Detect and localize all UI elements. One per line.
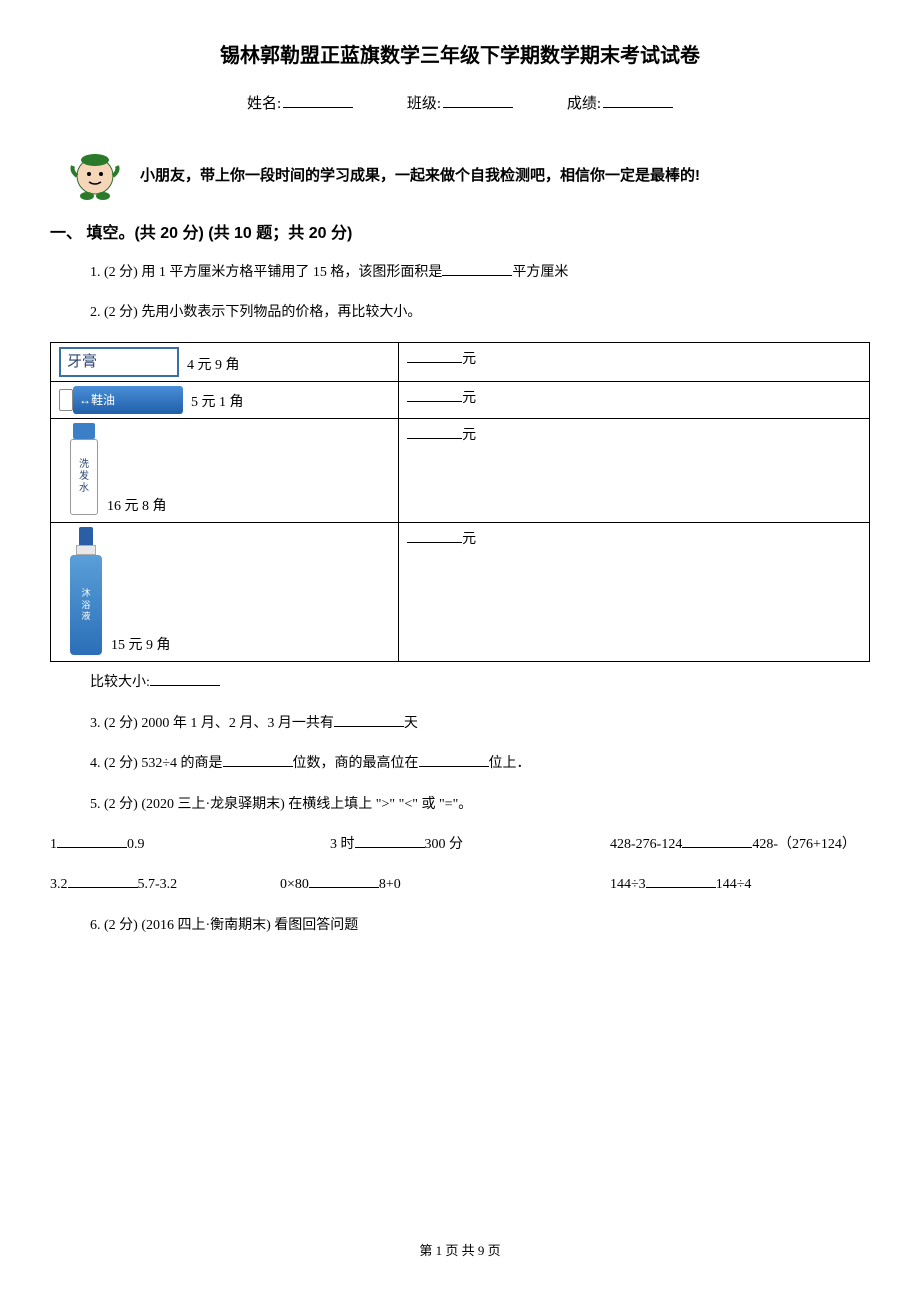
item-price: 4 元 9 角 bbox=[187, 355, 240, 377]
class-label: 班级: bbox=[407, 96, 441, 112]
student-info-line: 姓名: 班级: 成绩: bbox=[50, 92, 870, 116]
cmp-right: 0.9 bbox=[127, 834, 145, 856]
q4-suffix: 位上． bbox=[489, 756, 531, 771]
cmp-left: 3.2 bbox=[50, 874, 68, 896]
q3-suffix: 天 bbox=[404, 716, 418, 731]
cmp-left: 428-276-124 bbox=[610, 834, 682, 856]
compare-size: 比较大小: bbox=[90, 672, 870, 694]
name-label: 姓名: bbox=[247, 96, 281, 112]
price-blank[interactable] bbox=[407, 529, 462, 543]
cmp-blank[interactable] bbox=[309, 874, 379, 888]
q1-suffix: 平方厘米 bbox=[512, 265, 568, 280]
item-price: 5 元 1 角 bbox=[191, 392, 244, 414]
question-6: 6. (2 分) (2016 四上·衡南期末) 看图回答问题 bbox=[90, 915, 870, 937]
unit: 元 bbox=[462, 428, 476, 443]
mascot-icon bbox=[65, 146, 125, 206]
cmp-right: 300 分 bbox=[425, 834, 464, 856]
cmp-blank[interactable] bbox=[646, 874, 716, 888]
name-blank[interactable] bbox=[283, 107, 353, 108]
price-blank[interactable] bbox=[407, 425, 462, 439]
table-row: 洗发水 16 元 8 角 元 bbox=[51, 419, 870, 523]
encouragement-text: 小朋友，带上你一段时间的学习成果，一起来做个自我检测吧，相信你一定是最棒的! bbox=[140, 164, 700, 188]
cmp-left: 144÷3 bbox=[610, 874, 646, 896]
class-blank[interactable] bbox=[443, 107, 513, 108]
item-price: 16 元 8 角 bbox=[107, 496, 167, 518]
question-3: 3. (2 分) 2000 年 1 月、2 月、3 月一共有 天 bbox=[90, 713, 870, 735]
price-blank[interactable] bbox=[407, 349, 462, 363]
q4-mid: 位数，商的最高位在 bbox=[293, 756, 419, 771]
shampoo-icon: 洗发水 bbox=[69, 423, 99, 518]
q3-prefix: 3. (2 分) 2000 年 1 月、2 月、3 月一共有 bbox=[90, 716, 334, 731]
question-1: 1. (2 分) 用 1 平方厘米方格平铺用了 15 格，该图形面积是 平方厘米 bbox=[90, 262, 870, 284]
section-1-header: 一、 填空。(共 20 分) (共 10 题；共 20 分) bbox=[50, 221, 870, 247]
price-table: 牙膏 4 元 9 角 元 ↔鞋油 5 元 1 角 元 bbox=[50, 342, 870, 662]
q1-blank[interactable] bbox=[442, 262, 512, 276]
q3-blank[interactable] bbox=[334, 713, 404, 727]
bodywash-icon: 沐浴液 bbox=[69, 527, 103, 657]
unit: 元 bbox=[462, 532, 476, 547]
toothpaste-icon: 牙膏 bbox=[59, 347, 179, 377]
exam-title: 锡林郭勒盟正蓝旗数学三年级下学期数学期末考试试卷 bbox=[50, 40, 870, 72]
q4-blank-1[interactable] bbox=[223, 753, 293, 767]
cmp-right: 8+0 bbox=[379, 874, 401, 896]
cmp-blank[interactable] bbox=[57, 834, 127, 848]
cmp-left: 3 时 bbox=[330, 834, 355, 856]
q5-text: 5. (2 分) (2020 三上·龙泉驿期末) 在横线上填上 ">" "<" … bbox=[90, 797, 472, 812]
question-4: 4. (2 分) 532÷4 的商是 位数，商的最高位在 位上． bbox=[90, 753, 870, 775]
price-blank[interactable] bbox=[407, 388, 462, 402]
q4-prefix: 4. (2 分) 532÷4 的商是 bbox=[90, 756, 223, 771]
score-blank[interactable] bbox=[603, 107, 673, 108]
unit: 元 bbox=[462, 352, 476, 367]
question-5: 5. (2 分) (2020 三上·龙泉驿期末) 在横线上填上 ">" "<" … bbox=[90, 794, 870, 816]
encouragement-row: 小朋友，带上你一段时间的学习成果，一起来做个自我检测吧，相信你一定是最棒的! bbox=[50, 146, 870, 206]
q5-row-2: 3.2 5.7-3.2 0×80 8+0 144÷3 144÷4 bbox=[50, 874, 870, 896]
cmp-blank[interactable] bbox=[355, 834, 425, 848]
table-row: ↔鞋油 5 元 1 角 元 bbox=[51, 382, 870, 419]
cmp-left: 1 bbox=[50, 834, 57, 856]
q5-row-1: 1 0.9 3 时 300 分 428-276-124 428-（276+124） bbox=[50, 834, 870, 856]
cmp-blank[interactable] bbox=[68, 874, 138, 888]
question-2: 2. (2 分) 先用小数表示下列物品的价格，再比较大小。 bbox=[90, 302, 870, 324]
page-footer: 第 1 页 共 9 页 bbox=[0, 1241, 920, 1262]
score-label: 成绩: bbox=[567, 96, 601, 112]
cmp-right: 428-（276+124） bbox=[752, 834, 856, 856]
q4-blank-2[interactable] bbox=[419, 753, 489, 767]
table-row: 沐浴液 15 元 9 角 元 bbox=[51, 523, 870, 662]
cmp-right: 5.7-3.2 bbox=[138, 874, 178, 896]
cmp-right: 144÷4 bbox=[716, 874, 752, 896]
q2-text: 2. (2 分) 先用小数表示下列物品的价格，再比较大小。 bbox=[90, 305, 421, 320]
q1-prefix: 1. (2 分) 用 1 平方厘米方格平铺用了 15 格，该图形面积是 bbox=[90, 265, 442, 280]
compare-blank[interactable] bbox=[150, 672, 220, 686]
cmp-left: 0×80 bbox=[280, 874, 309, 896]
unit: 元 bbox=[462, 391, 476, 406]
item-price: 15 元 9 角 bbox=[111, 635, 171, 657]
q6-text: 6. (2 分) (2016 四上·衡南期末) 看图回答问题 bbox=[90, 918, 358, 933]
compare-label: 比较大小: bbox=[90, 675, 150, 690]
table-row: 牙膏 4 元 9 角 元 bbox=[51, 343, 870, 382]
shoe-polish-icon: ↔鞋油 bbox=[59, 386, 183, 414]
cmp-blank[interactable] bbox=[682, 834, 752, 848]
